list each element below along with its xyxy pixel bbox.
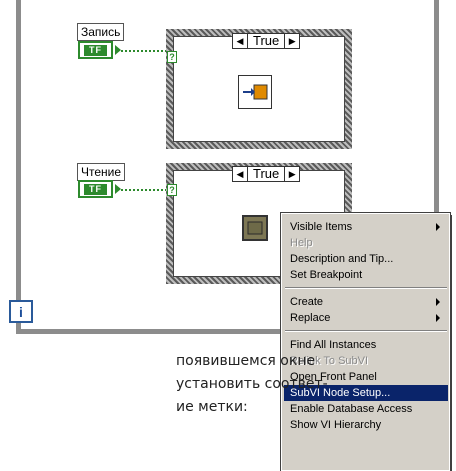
menu-separator — [285, 287, 447, 289]
case-selector-top-value: True — [247, 34, 286, 48]
menu-item-visible-items[interactable]: Visible Items — [284, 219, 448, 235]
menu-item-label: Help — [290, 237, 313, 249]
terminal-symbol: ? — [169, 52, 175, 62]
case-selector-bottom-value: True — [247, 167, 286, 181]
increment-arrow-icon[interactable]: ▶ — [285, 34, 299, 48]
write-control-label: Запись — [77, 23, 125, 41]
menu-item-create[interactable]: Create — [284, 294, 448, 310]
menu-item-description-and-tip[interactable]: Description and Tip... — [284, 251, 448, 267]
terminal-symbol: ? — [169, 185, 175, 195]
read-subvi-icon — [247, 221, 263, 235]
decrement-arrow-icon[interactable]: ◀ — [233, 34, 247, 48]
menu-item-label: Find All Instances — [290, 339, 377, 351]
menu-item-label: Create — [290, 296, 324, 308]
menu-item-set-breakpoint[interactable]: Set Breakpoint — [284, 267, 448, 283]
read-boolean-control[interactable]: TF — [78, 180, 113, 198]
submenu-arrow-icon — [436, 298, 440, 306]
case-selector-top[interactable]: ◀ True ▶ — [232, 33, 301, 49]
menu-separator — [285, 330, 447, 332]
menu-item-label: Visible Items — [290, 221, 353, 233]
menu-item-show-vi-hierarchy[interactable]: Show VI Hierarchy — [284, 417, 448, 433]
text-line-3: ие метки: — [176, 399, 248, 415]
read-tf-indicator: TF — [84, 183, 107, 195]
menu-item-label: Description and Tip... — [290, 253, 394, 265]
read-control-label: Чтение — [77, 163, 126, 181]
submenu-arrow-icon — [436, 223, 440, 231]
case-selector-terminal-bottom: ? — [167, 184, 177, 196]
read-subvi-node[interactable] — [242, 215, 268, 241]
menu-item-enable-database-access[interactable]: Enable Database Access — [284, 401, 448, 417]
read-wire — [121, 189, 167, 191]
text-line-1: появившемся окне — [176, 353, 316, 369]
menu-item-find-all-instances[interactable]: Find All Instances — [284, 337, 448, 353]
loop-iteration-terminal: i — [9, 300, 33, 323]
text-line-2: установить соответ- — [176, 376, 328, 392]
write-boolean-control[interactable]: TF — [78, 41, 113, 59]
context-menu: Visible Items Help Description and Tip... S… — [280, 212, 451, 471]
menu-item-label: Show VI Hierarchy — [290, 419, 382, 431]
case-selector-bottom[interactable]: ◀ True ▶ — [232, 166, 301, 182]
write-arrow-into-box-icon — [243, 84, 268, 100]
submenu-arrow-icon — [436, 314, 440, 322]
write-tf-indicator: TF — [84, 44, 107, 56]
menu-item-label: Enable Database Access — [290, 403, 413, 415]
decrement-arrow-icon[interactable]: ◀ — [233, 167, 247, 181]
write-wire — [121, 50, 167, 52]
increment-arrow-icon[interactable]: ▶ — [285, 167, 299, 181]
menu-item-label: Replace — [290, 312, 331, 324]
menu-item-help[interactable]: Help — [284, 235, 448, 251]
menu-item-replace[interactable]: Replace — [284, 310, 448, 326]
menu-item-label: Set Breakpoint — [290, 269, 363, 281]
loop-iteration-symbol: i — [19, 303, 23, 320]
write-subvi-node[interactable] — [238, 75, 272, 109]
case-selector-terminal-top: ? — [167, 51, 177, 63]
